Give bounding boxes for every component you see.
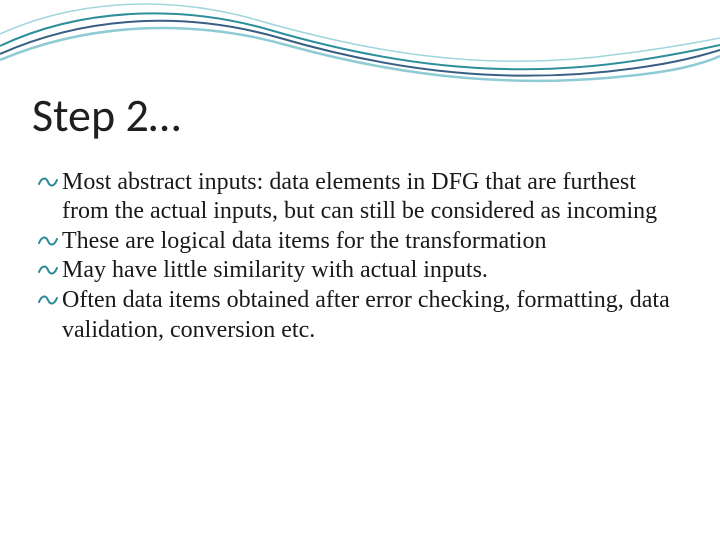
- bullet-text: Most abstract inputs: data elements in D…: [62, 168, 686, 227]
- bullet-text: These are logical data items for the tra…: [62, 227, 686, 256]
- bullet-icon: [38, 286, 60, 316]
- list-item: Often data items obtained after error ch…: [38, 286, 686, 345]
- list-item: These are logical data items for the tra…: [38, 227, 686, 257]
- bullet-text: Often data items obtained after error ch…: [62, 286, 686, 345]
- list-item: Most abstract inputs: data elements in D…: [38, 168, 686, 227]
- bullet-text: May have little similarity with actual i…: [62, 256, 686, 285]
- bullet-icon: [38, 168, 60, 198]
- slide-title: Step 2…: [32, 88, 181, 144]
- bullet-icon: [38, 256, 60, 286]
- list-item: May have little similarity with actual i…: [38, 256, 686, 286]
- bullet-icon: [38, 227, 60, 257]
- slide: Step 2… Most abstract inputs: data eleme…: [0, 0, 720, 540]
- decorative-wave: [0, 0, 720, 90]
- bullet-list: Most abstract inputs: data elements in D…: [38, 168, 686, 345]
